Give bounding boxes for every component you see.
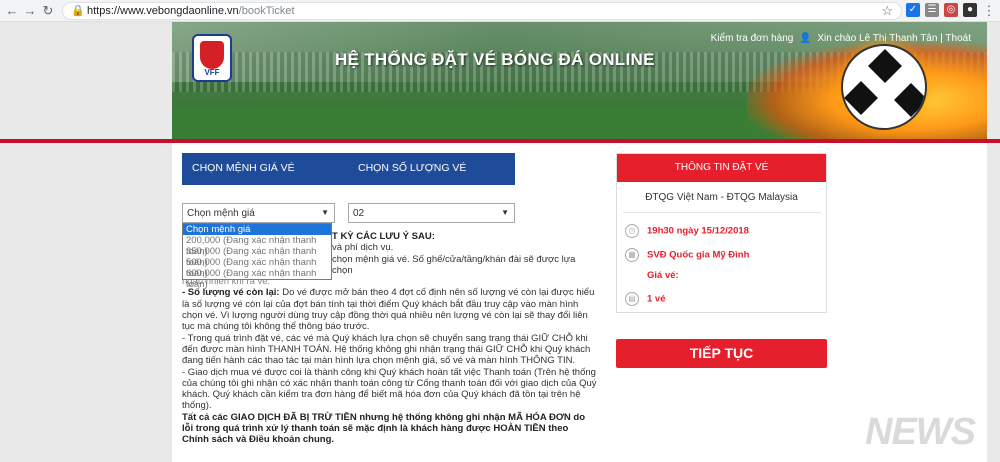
browser-toolbar: ← → ↻ 🔒 https://www.vebongdaonline.vn/bo… [0,0,1000,22]
extension-icon[interactable]: ☰ [925,3,939,17]
ticket-icon: ▤ [625,292,639,306]
price-option[interactable]: Chọn mệnh giá [183,224,331,235]
address-bar[interactable]: 🔒 https://www.vebongdaonline.vn/bookTick… [62,2,902,20]
chevron-down-icon: ▼ [501,208,509,217]
continue-button[interactable]: TIẾP TỤC [616,339,827,368]
bookmark-star-icon[interactable]: ☆ [881,3,893,19]
greeting: Xin chào Lê Thị Thanh Tân [817,33,938,44]
chevron-down-icon: ▼ [321,208,329,217]
vff-logo[interactable]: VFF [192,34,232,82]
extension-icon[interactable]: ◎ [944,3,958,17]
price-option[interactable]: 350,000 (Đang xác nhận thanh toán) [183,246,331,268]
url-text: https://www.vebongdaonline.vn/bookTicket [87,5,295,17]
user-icon: 👤 [799,33,812,44]
back-icon[interactable]: ← [4,3,20,19]
reload-icon[interactable]: ↻ [40,3,56,19]
price-option[interactable]: 500,000 (Đang xác nhận thanh toán) [183,257,331,279]
top-nav: Kiểm tra đơn hàng 👤 Xin chào Lê Thị Than… [711,33,971,44]
order-info-panel: THÔNG TIN ĐẶT VÉ ĐTQG Việt Nam - ĐTQG Ma… [616,153,827,313]
order-info-heading: THÔNG TIN ĐẶT VÉ [617,154,826,182]
check-order-link[interactable]: Kiểm tra đơn hàng [711,33,794,44]
site-title: HỆ THỐNG ĐẶT VÉ BÓNG ĐÁ ONLINE [335,50,655,69]
stadium-icon: ▦ [625,248,639,262]
forward-icon[interactable]: → [22,3,38,19]
header-banner: VFF HỆ THỐNG ĐẶT VÉ BÓNG ĐÁ ONLINE Kiểm … [172,22,987,139]
price-option[interactable]: 200,000 (Đang xác nhận thanh toán) [183,235,331,257]
quantity-select[interactable]: 02 ▼ [348,203,515,223]
match-time: ◷ 19h30 ngày 15/12/2018 [625,224,749,238]
match-name: ĐTQG Việt Nam - ĐTQG Malaysia [645,192,798,203]
ticket-count: ▤ 1 vé [625,292,666,306]
page: VFF HỆ THỐNG ĐẶT VÉ BÓNG ĐÁ ONLINE Kiểm … [0,22,1000,462]
clock-icon: ◷ [625,224,639,238]
main-content: CHỌN MỆNH GIÁ VÉ CHỌN SỐ LƯỢNG VÉ Chọn m… [172,143,987,462]
extension-icon[interactable]: ✓ [906,3,920,17]
logout-link[interactable]: | Thoát [940,33,971,44]
tab-quantity[interactable]: CHỌN SỐ LƯỢNG VÉ [358,162,466,174]
extension-icon[interactable]: ● [963,3,977,17]
price-select[interactable]: Chọn mệnh giá ▼ [182,203,335,223]
menu-icon[interactable]: ⋮ [981,3,997,19]
watermark: NEWS [865,411,976,453]
lock-icon: 🔒 [71,5,85,17]
stadium: ▦ SVĐ Quốc gia Mỹ Đình [625,248,749,262]
soccer-ball-graphic [841,44,927,130]
price-dropdown[interactable]: Chọn mệnh giá 200,000 (Đang xác nhận tha… [182,223,332,290]
price-label: Giá vé: [647,270,679,281]
tab-price[interactable]: CHỌN MỆNH GIÁ VÉ [192,162,295,174]
price-option[interactable]: 600,000 (Đang xác nhận thanh toán) [183,268,331,290]
step-tabs: CHỌN MỆNH GIÁ VÉ CHỌN SỐ LƯỢNG VÉ [182,153,515,185]
